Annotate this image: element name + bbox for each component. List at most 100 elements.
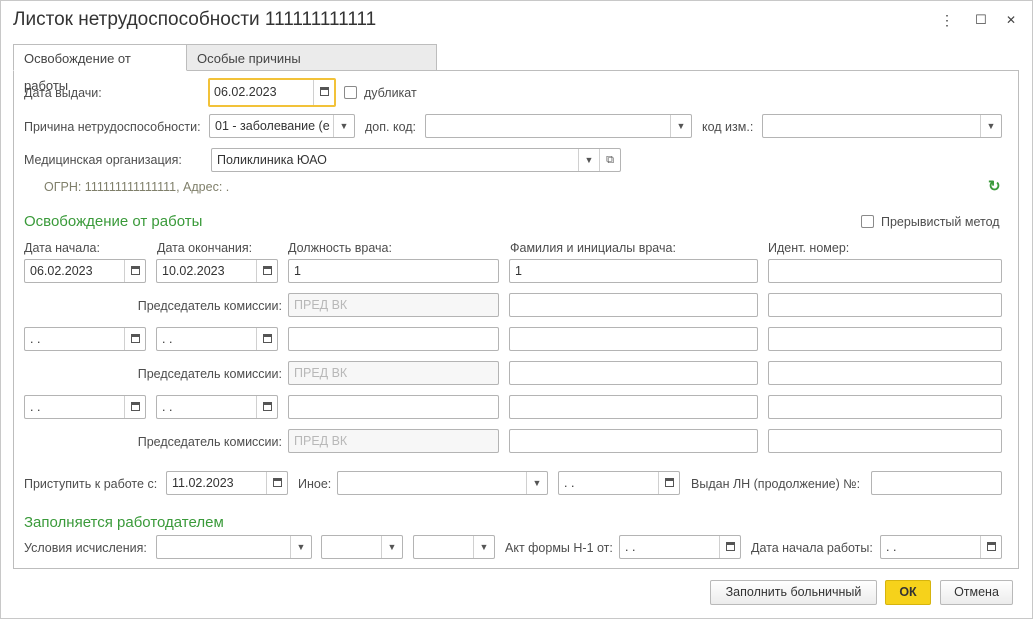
doctor-position-input[interactable] [288,395,499,419]
reason-value: 01 - заболевание (е [215,119,330,133]
end-date-field[interactable]: . . [156,327,278,351]
other-date-field[interactable]: . . [558,471,680,495]
calendar-icon[interactable] [266,472,287,494]
tab-release-from-work[interactable]: Освобождение от работы [13,44,187,93]
issue-date-field[interactable]: 06.02.2023 [208,78,336,107]
extra-code-select[interactable]: ▼ [425,114,692,138]
calendar-icon[interactable] [124,396,145,418]
start-date-field[interactable]: . . [24,395,146,419]
chair-label: Председатель комиссии: [137,435,282,449]
chair-input[interactable]: ПРЕД ВК [288,293,499,317]
act-date-field[interactable]: . . [619,535,741,559]
conditions-select-2[interactable]: ▼ [321,535,403,559]
conditions-select-3[interactable]: ▼ [413,535,495,559]
chair-input[interactable]: ПРЕД ВК [288,429,499,453]
employer-section-title: Заполняется работодателем [24,514,224,531]
chair-label: Председатель комиссии: [137,367,282,381]
extra-code-label: доп. код: [365,120,417,134]
chair-name-input[interactable] [509,361,758,385]
intermittent-label: Прерывистый метод [881,215,1000,229]
chair-input[interactable]: ПРЕД ВК [288,361,499,385]
cancel-button[interactable]: Отмена [940,580,1013,605]
doctor-position-input[interactable] [288,327,499,351]
ident-number-column-label: Идент. номер: [768,241,850,255]
close-icon[interactable]: ✕ [1004,12,1018,28]
ogrn-info: ОГРН: 111111111111111, Адрес: . [44,180,230,194]
calendar-icon[interactable] [980,536,1001,558]
chair-name-input[interactable] [509,429,758,453]
ok-button[interactable]: ОК [885,580,931,605]
duplicate-label: дубликат [364,86,417,100]
start-date-field[interactable]: . . [24,327,146,351]
other-select[interactable]: ▼ [337,471,548,495]
doctor-position-input[interactable]: 1 [288,259,499,283]
chair-label: Председатель комиссии: [137,299,282,313]
doctor-name-input[interactable] [509,327,758,351]
calendar-icon[interactable] [313,80,334,105]
chevron-down-icon[interactable]: ▼ [526,472,547,494]
med-org-select[interactable]: Поликлиника ЮАО ▼ ⧉ [211,148,621,172]
maximize-icon[interactable]: ☐ [974,12,988,28]
doctor-position-value: 1 [294,264,301,278]
conditions-select-1[interactable]: ▼ [156,535,312,559]
work-start-date-field[interactable]: . . [880,535,1002,559]
med-org-label: Медицинская организация: [24,153,182,167]
open-icon[interactable]: ⧉ [599,149,620,171]
start-work-date-field[interactable]: 11.02.2023 [166,471,288,495]
tab-special-reasons[interactable]: Особые причины нетрудоспособности [186,44,437,93]
change-code-label: код изм.: [702,120,754,134]
continuation-input[interactable] [871,471,1002,495]
start-work-label: Приступить к работе с: [24,477,158,491]
chair-placeholder: ПРЕД ВК [294,366,348,380]
chevron-down-icon[interactable]: ▼ [578,149,599,171]
calendar-icon[interactable] [658,472,679,494]
ident-number-input[interactable] [768,395,1002,419]
ident-number-input[interactable] [768,327,1002,351]
calendar-icon[interactable] [256,328,277,350]
window-title: Листок нетрудоспособности 111111111111 [13,9,377,30]
intermittent-checkbox[interactable] [861,215,874,228]
other-label: Иное: [298,477,332,491]
doctor-name-column-label: Фамилия и инициалы врача: [510,241,676,255]
med-org-value: Поликлиника ЮАО [217,153,327,167]
conditions-label: Условия исчисления: [24,541,147,555]
end-date-field[interactable]: 10.02.2023 [156,259,278,283]
reason-label: Причина нетрудоспособности: [24,120,201,134]
calendar-icon[interactable] [256,396,277,418]
chevron-down-icon[interactable]: ▼ [670,115,691,137]
reason-select[interactable]: 01 - заболевание (е ▼ [209,114,355,138]
chevron-down-icon[interactable]: ▼ [290,536,311,558]
chevron-down-icon[interactable]: ▼ [333,115,354,137]
doctor-position-column-label: Должность врача: [288,241,392,255]
doctor-name-value: 1 [515,264,522,278]
chair-name-input[interactable] [509,293,758,317]
end-date-column-label: Дата окончания: [157,241,253,255]
continuation-label: Выдан ЛН (продолжение) №: [691,477,861,491]
duplicate-checkbox[interactable] [344,86,357,99]
ident-number-input[interactable] [768,259,1002,283]
calendar-icon[interactable] [719,536,740,558]
chevron-down-icon[interactable]: ▼ [381,536,402,558]
calendar-icon[interactable] [256,260,277,282]
chair-placeholder: ПРЕД ВК [294,434,348,448]
more-menu-icon[interactable]: ⋮ [940,12,954,28]
refresh-icon[interactable]: ↻ [988,177,1001,195]
chevron-down-icon[interactable]: ▼ [473,536,494,558]
act-label: Акт формы Н-1 от: [505,541,613,555]
calendar-icon[interactable] [124,328,145,350]
chair-placeholder: ПРЕД ВК [294,298,348,312]
start-date-column-label: Дата начала: [24,241,100,255]
doctor-name-input[interactable] [509,395,758,419]
chevron-down-icon[interactable]: ▼ [980,115,1001,137]
end-date-field[interactable]: . . [156,395,278,419]
calendar-icon[interactable] [124,260,145,282]
doctor-name-input[interactable]: 1 [509,259,758,283]
fill-sick-leave-button[interactable]: Заполнить больничный [710,580,877,605]
chair-ident-input[interactable] [768,293,1002,317]
change-code-select[interactable]: ▼ [762,114,1002,138]
work-start-label: Дата начала работы: [751,541,873,555]
chair-ident-input[interactable] [768,361,1002,385]
start-date-field[interactable]: 06.02.2023 [24,259,146,283]
chair-ident-input[interactable] [768,429,1002,453]
release-section-title: Освобождение от работы [24,213,203,230]
